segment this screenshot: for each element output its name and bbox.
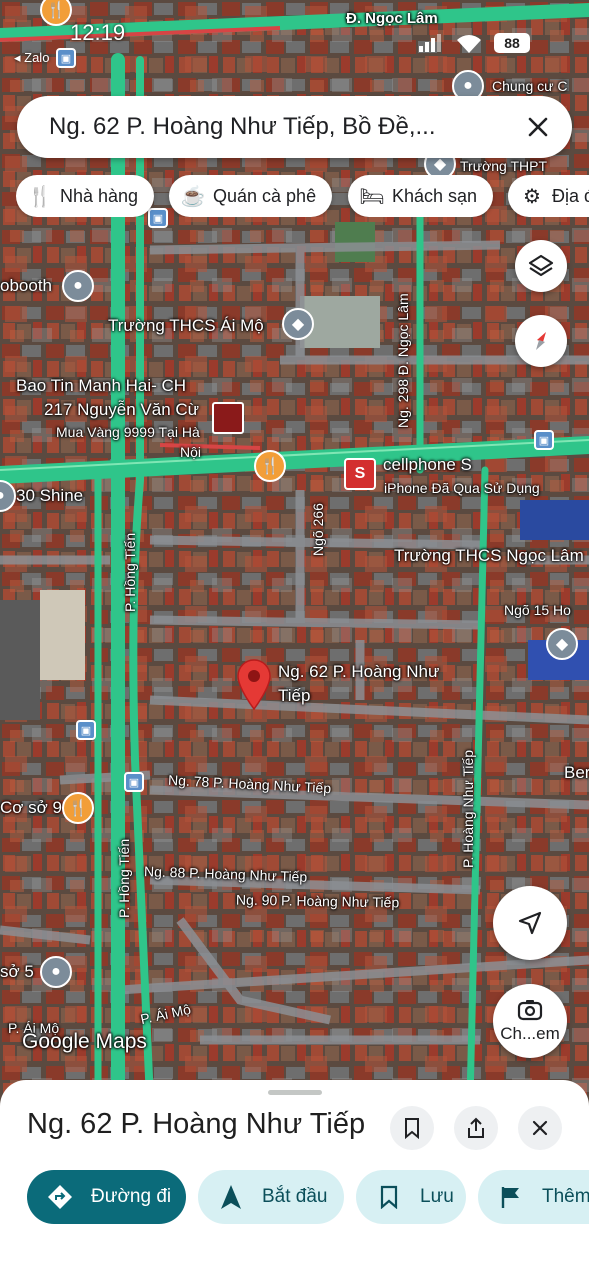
map-label-truong-thpt: Trường THPT [460, 158, 548, 174]
status-bar: 12:19 ◂ Zalo 88 [0, 0, 589, 65]
chip-attractions[interactable]: ⚙ Địa đ [508, 175, 589, 217]
my-location-button[interactable] [493, 886, 567, 960]
map-label-bao-tin-sub2: Nội [180, 444, 202, 460]
camera-lens-icon [517, 1000, 543, 1021]
map-label-hong-tien-2: P. Hồng Tiến [116, 838, 132, 918]
directions-label: Đường đi [91, 1186, 172, 1207]
map-label-cellphone: cellphone S [383, 455, 472, 474]
map-label-booth: obooth [0, 276, 52, 295]
school-poi-icon[interactable]: ◆ [546, 628, 578, 660]
bookmark-icon [405, 1118, 419, 1139]
map-label-chung-cu: Chung cư C [492, 78, 568, 94]
map-label-hong-tien-1: P. Hồng Tiến [122, 532, 138, 612]
back-to-app[interactable]: ◂ Zalo [14, 50, 49, 66]
map-label-ngo-266: Ngõ 266 [310, 503, 326, 556]
map-label-bao-tin-sub1: Mua Vàng 9999 Tại Hà [56, 424, 200, 440]
category-chips: 🍴 Nhà hàng ☕ Quán cà phê 🛏 Khách sạn ⚙ Đ… [16, 175, 589, 217]
map-label-thcs-ai-mo: Trường THCS Ái Mộ [108, 316, 264, 335]
directions-icon [47, 1184, 73, 1210]
compass-icon [536, 332, 546, 350]
directions-button[interactable]: Đường đi [27, 1170, 186, 1224]
coffee-icon: ☕ [180, 185, 206, 208]
map-label-co-so-9: Cơ sở 9 [0, 798, 62, 817]
chip-label: Nhà hàng [60, 185, 139, 206]
map-label-co-so-5: sở 5 [0, 962, 34, 981]
map-label-hoang-nhu-tiep: P. Hoàng Như Tiếp [460, 749, 476, 868]
map-label-thcs-ngoc-lam: Trường THCS Ngọc Lâm [394, 546, 584, 565]
map-label-bao-tin-1: Bao Tin Manh Hai- CH [16, 376, 187, 395]
pin-label-line-1: Ng. 62 P. Hoàng Như [278, 662, 440, 681]
more-label: Thêm [542, 1186, 589, 1207]
signal-icon [419, 34, 441, 52]
save-button[interactable]: Lưu [356, 1170, 466, 1224]
chip-hotels[interactable]: 🛏 Khách sạn [348, 175, 494, 217]
map-label-ber: Ber [564, 763, 589, 782]
restaurant-icon: 🍴 [27, 185, 53, 208]
bus-stop-icon[interactable]: ▣ [534, 430, 554, 450]
compass-button[interactable] [515, 315, 567, 367]
start-button[interactable]: Bắt đầu [198, 1170, 344, 1224]
camera-search-label: Ch...em [500, 1024, 560, 1043]
restaurant-poi-icon[interactable]: 🍴 [62, 792, 94, 824]
chip-restaurants[interactable]: 🍴 Nhà hàng [16, 175, 155, 217]
save-bookmark-button[interactable] [390, 1106, 434, 1150]
map-label-ngo-90: Ng. 90 P. Hoàng Như Tiếp [235, 891, 400, 911]
navigation-arrow-icon [518, 911, 542, 935]
drag-handle[interactable] [268, 1090, 322, 1095]
google-maps-logo: Google Maps [22, 1030, 147, 1053]
hotel-icon: 🛏 [359, 185, 385, 208]
close-sheet-button[interactable] [518, 1106, 562, 1150]
map-label-bao-tin-2: 217 Nguyễn Văn Cừ [44, 400, 200, 419]
attraction-icon: ⚙ [523, 185, 541, 208]
camera-search-button[interactable]: Ch...em [493, 984, 567, 1058]
status-time: 12:19 [70, 20, 126, 45]
chip-label: Khách sạn [392, 185, 478, 206]
layers-button[interactable] [515, 240, 567, 292]
location-poi-icon[interactable]: ● [62, 270, 94, 302]
restaurant-poi-icon[interactable]: 🍴 [254, 450, 286, 482]
battery-indicator: 88 [494, 33, 530, 53]
map-label-cellphone-sub: iPhone Đã Qua Sử Dụng [384, 480, 540, 496]
bus-stop-icon[interactable]: ▣ [124, 772, 144, 792]
share-button[interactable] [454, 1106, 498, 1150]
map-label-ngo-15: Ngõ 15 Ho [504, 602, 571, 618]
place-bottom-sheet[interactable]: Ng. 62 P. Hoàng Như Tiếp Đường đi Bắt đầ… [0, 1080, 589, 1280]
chip-label: Quán cà phê [213, 185, 317, 206]
map-label-30-shine: 30 Shine [16, 486, 84, 505]
search-input[interactable]: Ng. 62 P. Hoàng Như Tiếp, Bồ Đề,... [49, 113, 436, 141]
pin-label-line-2: Tiếp [278, 686, 311, 705]
bookmark-icon [376, 1184, 402, 1210]
start-label: Bắt đầu [262, 1186, 328, 1207]
place-title: Ng. 62 P. Hoàng Như Tiếp [27, 1108, 366, 1140]
more-button[interactable]: Thêm [478, 1170, 589, 1224]
chip-label: Địa đ [552, 185, 589, 206]
location-poi-icon[interactable]: ● [40, 956, 72, 988]
location-pin-icon[interactable] [236, 658, 272, 710]
school-poi-icon[interactable]: ◆ [282, 308, 314, 340]
share-icon [468, 1117, 484, 1138]
save-label: Lưu [420, 1186, 454, 1207]
map-label-ngo-298: Ng. 298 Đ. Ngọc Lâm [395, 293, 411, 428]
search-bar[interactable]: Ng. 62 P. Hoàng Như Tiếp, Bồ Đề,... [17, 96, 572, 158]
layers-icon [528, 254, 554, 277]
cellphone-s-logo-icon[interactable]: S [344, 458, 376, 490]
flag-icon [498, 1184, 524, 1210]
close-icon [532, 1120, 548, 1136]
navigation-icon [218, 1184, 244, 1210]
bus-stop-icon[interactable]: ▣ [76, 720, 96, 740]
chip-coffee[interactable]: ☕ Quán cà phê [169, 175, 333, 217]
wifi-icon [457, 35, 481, 53]
close-icon[interactable] [524, 113, 552, 141]
jewelry-store-icon[interactable] [212, 402, 244, 434]
